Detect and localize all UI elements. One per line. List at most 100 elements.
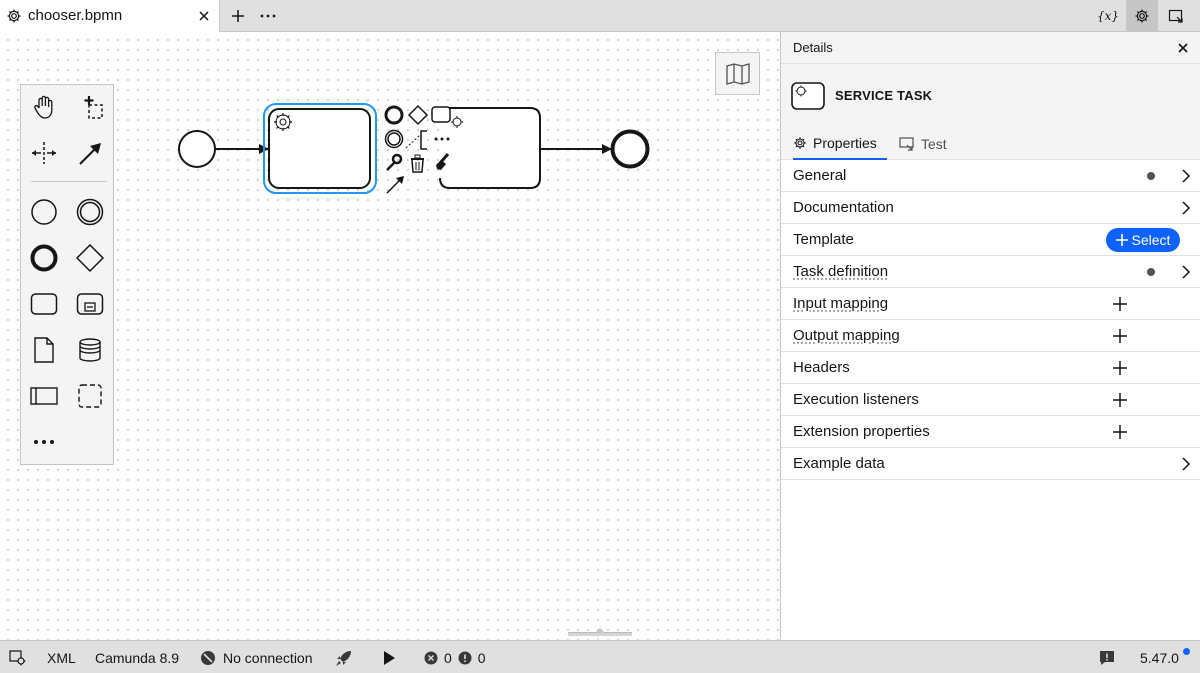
template-select-button[interactable]: Select [1106, 228, 1180, 252]
create-pool[interactable] [28, 380, 60, 412]
palette-separator [31, 181, 107, 182]
bpmn-diagram[interactable] [0, 32, 780, 640]
space-tool[interactable] [28, 137, 60, 169]
feedback-icon [1100, 650, 1114, 665]
data-indicator [1147, 268, 1155, 276]
hand-tool[interactable] [28, 91, 60, 123]
lasso-tool[interactable] [74, 91, 106, 123]
format-label[interactable]: XML [47, 641, 76, 673]
close-icon[interactable] [196, 8, 212, 24]
group-task-definition[interactable]: Task definition [781, 256, 1200, 288]
variables-icon: {x} [1096, 9, 1120, 23]
tab-bar: chooser.bpmn {x} [0, 0, 1200, 32]
service-task-selected[interactable] [268, 108, 371, 189]
run-button[interactable] [382, 641, 396, 673]
more-options-icon[interactable] [434, 137, 450, 141]
connect-arrow-icon [79, 143, 101, 165]
panel-icon [1168, 9, 1183, 23]
global-connect-tool[interactable] [74, 137, 106, 169]
gear-icon [1135, 9, 1149, 23]
element-header: SERVICE TASK [781, 64, 1200, 128]
group-headers[interactable]: Headers [781, 352, 1200, 384]
wrench-icon[interactable] [386, 153, 403, 171]
group-label: Task definition [793, 263, 889, 280]
subprocess-icon [76, 293, 104, 315]
append-end-event-icon[interactable] [384, 105, 404, 125]
select-label: Select [1131, 232, 1171, 248]
group-general[interactable]: General [781, 160, 1200, 192]
tab-file[interactable]: chooser.bpmn [0, 0, 220, 32]
chevron-right-icon [1182, 201, 1191, 215]
create-start-event[interactable] [28, 196, 60, 228]
start-event[interactable] [178, 130, 216, 168]
version-button[interactable]: 5.47.0 [1140, 641, 1179, 673]
create-gateway[interactable] [74, 242, 106, 274]
overflow-menu-icon [260, 14, 276, 18]
plus-icon[interactable] [1112, 296, 1128, 312]
plus-icon[interactable] [1112, 392, 1128, 408]
plus-icon [1115, 234, 1128, 246]
settings-button[interactable] [1126, 0, 1158, 32]
overflow-menu-icon [34, 440, 54, 444]
create-intermediate-event[interactable] [74, 196, 106, 228]
data-store-icon [79, 338, 101, 362]
end-event[interactable] [610, 129, 650, 169]
gear-icon [274, 113, 292, 131]
plus-icon[interactable] [1112, 360, 1128, 376]
tab-overflow-button[interactable] [258, 6, 278, 26]
text-annotation-icon[interactable] [405, 130, 427, 150]
group-output-mapping[interactable]: Output mapping [781, 320, 1200, 352]
create-data-object[interactable] [28, 334, 60, 366]
trash-icon[interactable] [411, 154, 424, 173]
group-documentation[interactable]: Documentation [781, 192, 1200, 224]
append-intermediate-event-icon[interactable] [384, 129, 404, 149]
append-gateway-icon[interactable] [407, 104, 429, 126]
plus-icon[interactable] [1112, 424, 1128, 440]
group-icon [78, 384, 102, 408]
engine-version-button[interactable]: Camunda 8.9 [95, 641, 179, 673]
close-icon[interactable] [1175, 40, 1191, 56]
group-example-data[interactable]: Example data [781, 448, 1200, 480]
panel-toggle-button[interactable] [1160, 0, 1192, 32]
append-task-icon[interactable] [431, 106, 451, 123]
create-end-event[interactable] [28, 242, 60, 274]
task-icon [30, 293, 58, 315]
create-task[interactable] [28, 288, 60, 320]
chevron-right-icon [1182, 457, 1191, 471]
pool-icon [30, 387, 58, 405]
add-tab-button[interactable] [228, 6, 248, 26]
group-label: General [793, 167, 847, 184]
feedback-button[interactable] [1099, 641, 1115, 673]
diagram-canvas[interactable] [0, 32, 780, 640]
problems-button[interactable]: 0 0 [424, 641, 486, 673]
plus-icon [232, 10, 244, 22]
service-task[interactable] [439, 107, 541, 189]
group-input-mapping[interactable]: Input mapping [781, 288, 1200, 320]
tab-test[interactable]: Test [899, 128, 947, 160]
minimap-button[interactable] [715, 52, 760, 95]
create-group[interactable] [74, 380, 106, 412]
group-label: Extension properties [793, 423, 930, 440]
group-execution-listeners[interactable]: Execution listeners [781, 384, 1200, 416]
group-label: Documentation [793, 199, 894, 216]
rocket-icon [336, 650, 351, 666]
create-data-store[interactable] [74, 334, 106, 366]
group-label: Template [793, 231, 854, 248]
tab-properties[interactable]: Properties [793, 128, 887, 160]
deploy-button[interactable] [335, 641, 353, 673]
group-label: Input mapping [793, 295, 889, 312]
variables-button[interactable]: {x} [1092, 0, 1124, 32]
space-tool-icon [32, 142, 56, 164]
create-subprocess[interactable] [74, 288, 106, 320]
group-extension-properties[interactable]: Extension properties [781, 416, 1200, 448]
lasso-icon [84, 96, 103, 119]
more-tools[interactable] [28, 426, 60, 458]
group-template[interactable]: Template Select [781, 224, 1200, 256]
details-panel: Details SERVICE TASK Properties Test Gen… [780, 32, 1200, 640]
connection-status[interactable]: No connection [200, 641, 313, 673]
gear-icon [9, 649, 26, 665]
details-title: Details [793, 40, 833, 55]
connect-arrow-icon[interactable] [386, 176, 404, 194]
plus-icon[interactable] [1112, 328, 1128, 344]
deploy-settings-button[interactable] [9, 641, 27, 673]
